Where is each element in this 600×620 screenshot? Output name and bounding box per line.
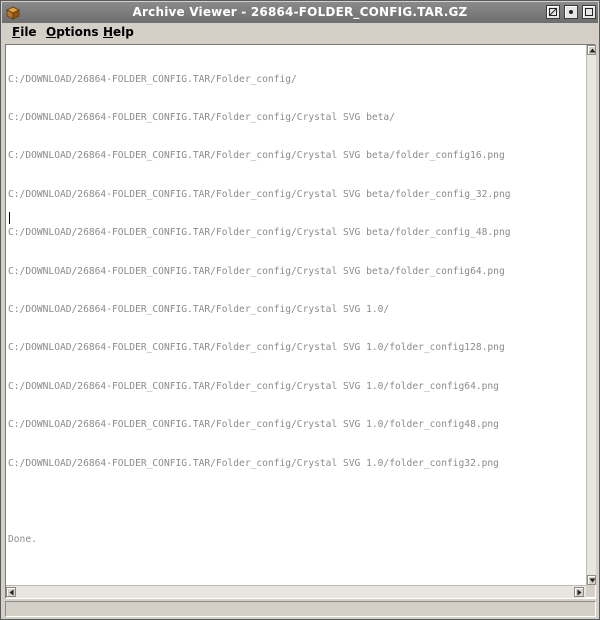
menu-help[interactable]: Help bbox=[103, 25, 134, 39]
output-line: C:/DOWNLOAD/26864-FOLDER_CONFIG.TAR/Fold… bbox=[8, 265, 505, 277]
text-caret bbox=[9, 212, 10, 224]
vertical-scrollbar[interactable] bbox=[586, 45, 596, 585]
menu-options-label: ptions bbox=[56, 25, 99, 39]
output-line: C:/DOWNLOAD/26864-FOLDER_CONFIG.TAR/Fold… bbox=[8, 111, 395, 123]
output-line: C:/DOWNLOAD/26864-FOLDER_CONFIG.TAR/Fold… bbox=[8, 303, 390, 315]
arrow-down-icon bbox=[589, 578, 596, 583]
arrow-right-icon bbox=[577, 589, 582, 596]
menu-help-mnemonic: H bbox=[103, 25, 114, 39]
maximize-icon bbox=[549, 8, 557, 16]
output-line-done: Done. bbox=[8, 534, 37, 546]
output-line: C:/DOWNLOAD/26864-FOLDER_CONFIG.TAR/Fold… bbox=[8, 457, 499, 469]
minimize-icon bbox=[569, 10, 573, 14]
archive-viewer-window: Archive Viewer - 26864-FOLDER_CONFIG.TAR… bbox=[0, 0, 600, 620]
menu-options[interactable]: Options bbox=[46, 25, 99, 39]
menu-file-label: ile bbox=[20, 25, 37, 39]
menu-help-label: elp bbox=[113, 25, 134, 39]
window-title: Archive Viewer - 26864-FOLDER_CONFIG.TAR… bbox=[132, 5, 468, 19]
minimize-button[interactable] bbox=[564, 5, 578, 19]
arrow-left-icon bbox=[9, 589, 14, 596]
output-line: C:/DOWNLOAD/26864-FOLDER_CONFIG.TAR/Fold… bbox=[8, 419, 499, 431]
title-bar[interactable]: Archive Viewer - 26864-FOLDER_CONFIG.TAR… bbox=[2, 2, 598, 24]
scroll-down-button[interactable] bbox=[587, 575, 596, 585]
close-button[interactable] bbox=[582, 5, 596, 19]
arrow-up-icon bbox=[589, 48, 596, 53]
output-line: C:/DOWNLOAD/26864-FOLDER_CONFIG.TAR/Fold… bbox=[8, 342, 505, 354]
output-line: C:/DOWNLOAD/26864-FOLDER_CONFIG.TAR/Fold… bbox=[8, 188, 511, 200]
scrollbar-corner bbox=[586, 585, 595, 597]
output-panel[interactable]: C:/DOWNLOAD/26864-FOLDER_CONFIG.TAR/Fold… bbox=[5, 44, 596, 599]
status-bar bbox=[5, 601, 596, 617]
menu-file[interactable]: File bbox=[12, 25, 37, 39]
menu-options-mnemonic: O bbox=[46, 25, 57, 39]
scroll-right-button[interactable] bbox=[574, 587, 584, 597]
output-line: C:/DOWNLOAD/26864-FOLDER_CONFIG.TAR/Fold… bbox=[8, 150, 505, 162]
output-line-blank bbox=[8, 496, 580, 509]
horizontal-scrollbar[interactable] bbox=[6, 585, 586, 598]
maximize-button[interactable] bbox=[546, 5, 560, 19]
scroll-left-button[interactable] bbox=[6, 587, 16, 597]
menu-bar: File Options Help bbox=[2, 23, 598, 42]
scroll-up-button[interactable] bbox=[587, 45, 596, 55]
close-icon bbox=[585, 8, 593, 16]
menu-file-mnemonic: F bbox=[12, 25, 21, 39]
output-line: C:/DOWNLOAD/26864-FOLDER_CONFIG.TAR/Fold… bbox=[8, 227, 511, 239]
output-log[interactable]: C:/DOWNLOAD/26864-FOLDER_CONFIG.TAR/Fold… bbox=[8, 48, 580, 578]
output-line: C:/DOWNLOAD/26864-FOLDER_CONFIG.TAR/Fold… bbox=[8, 380, 499, 392]
output-line: C:/DOWNLOAD/26864-FOLDER_CONFIG.TAR/Fold… bbox=[8, 73, 297, 85]
